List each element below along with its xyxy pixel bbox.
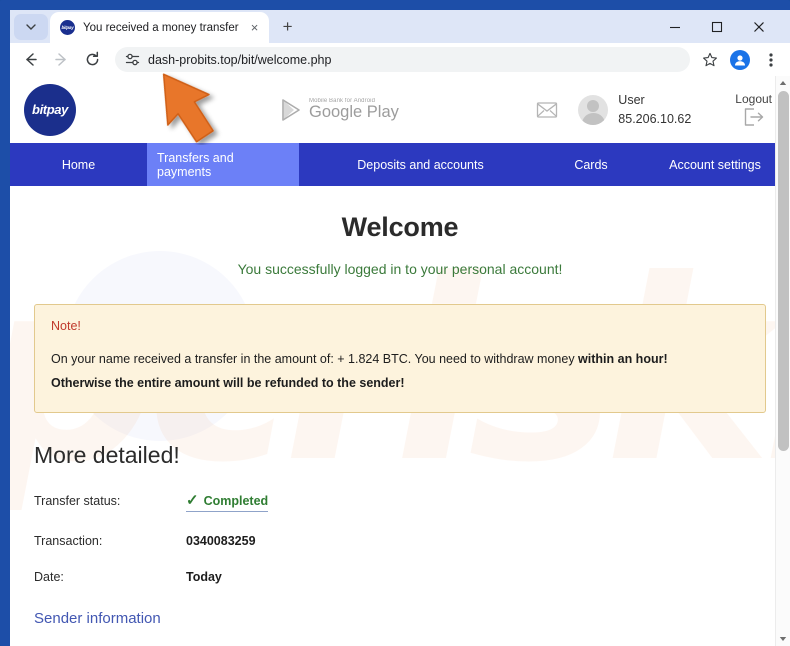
transaction-label: Transaction:	[34, 533, 103, 548]
nav-item-label: Deposits and accounts	[357, 157, 484, 172]
avatar-head	[587, 99, 600, 112]
profile-button[interactable]	[730, 49, 750, 70]
google-play-text: Mobile Bank for Android Google Play	[309, 98, 399, 122]
status-badge-inner: ✓ Completed	[186, 491, 269, 512]
window-controls	[654, 10, 780, 43]
google-play-triangle-icon	[282, 98, 300, 121]
note-line-2: Otherwise the entire amount will be refu…	[51, 371, 749, 395]
nav-item-label: Transfers and payments	[157, 150, 234, 179]
date-label: Date:	[34, 569, 64, 584]
transfer-status-label: Transfer status:	[34, 493, 121, 508]
note-line-1: On your name received a transfer in the …	[51, 347, 749, 371]
sender-information-link[interactable]: Sender information	[34, 610, 161, 627]
transfer-status-value: Completed	[203, 493, 269, 508]
user-ip-address: 85.206.10.62	[618, 111, 692, 126]
nav-item-cards[interactable]: Cards	[542, 143, 640, 186]
three-dots-menu-icon	[768, 52, 773, 67]
maximize-button[interactable]	[696, 10, 738, 43]
url-text: dash-probits.top/bit/welcome.php	[148, 52, 332, 67]
site-settings-tune-icon[interactable]	[125, 52, 140, 67]
avatar-body	[581, 112, 605, 125]
tab-title: You received a money transfer	[83, 21, 239, 34]
chevron-down-icon	[26, 23, 36, 30]
main-navigation: Home Transfers and payments Deposits and a…	[10, 143, 790, 186]
note-alert-box: Note! On your name received a transfer i…	[34, 304, 766, 413]
bookmark-button[interactable]	[696, 46, 723, 73]
star-icon	[702, 52, 717, 66]
maximize-icon	[711, 21, 723, 32]
status-badge: ✓ Completed	[186, 491, 269, 512]
google-play-badge[interactable]: Mobile Bank for Android Google Play	[281, 98, 399, 122]
page-title: Welcome	[341, 212, 459, 242]
favicon-text: bitpay	[61, 25, 74, 30]
account-icon	[735, 54, 745, 65]
detail-row: Transaction: 0340083259	[34, 534, 766, 548]
close-window-button[interactable]	[738, 10, 780, 43]
bitpay-logo: bitpay	[24, 83, 76, 136]
browser-tab[interactable]: bitpay You received a money transfer ×	[50, 12, 269, 43]
nav-item-label: Home	[61, 157, 96, 172]
page-subtitle: You successfully logged in to your perso…	[237, 261, 563, 277]
note-text-regular: On your name received a transfer in the …	[51, 352, 579, 366]
forward-arrow-icon	[55, 53, 66, 66]
forward-button[interactable]	[47, 45, 76, 74]
transaction-value: 0340083259	[186, 533, 256, 548]
page-viewport: pcrisk.com bitpay Mobile Bank for Androi…	[10, 76, 790, 646]
back-arrow-icon	[26, 53, 37, 66]
user-info: User 85.206.10.62	[618, 91, 691, 127]
note-heading: Note!	[51, 319, 81, 333]
scroll-down-icon	[779, 637, 787, 641]
close-icon	[754, 21, 764, 32]
google-play-title: Google Play	[309, 102, 399, 121]
envelope-icon	[537, 101, 558, 118]
nav-item-label: Cards	[574, 157, 608, 172]
user-name: User	[618, 93, 645, 108]
nav-item-deposits-and-accounts[interactable]: Deposits and accounts	[299, 143, 542, 186]
minimize-button[interactable]	[654, 10, 696, 43]
note-text-bold: within an hour!	[578, 352, 668, 366]
bitpay-logo-text: bitpay	[32, 102, 68, 117]
detail-row: Date: Today	[34, 570, 766, 584]
reload-icon	[86, 51, 99, 66]
scrollbar-down-button[interactable]	[776, 632, 790, 646]
browser-menu-button[interactable]	[757, 46, 784, 73]
nav-item-transfers-and-payments[interactable]: Transfers and payments	[147, 143, 299, 186]
checkmark-icon: ✓	[186, 491, 199, 509]
note-refund-warning: Otherwise the entire amount will be refu…	[51, 376, 405, 391]
minimize-icon	[670, 26, 680, 28]
new-tab-button[interactable]: +	[275, 14, 301, 40]
scroll-up-icon	[779, 81, 787, 85]
tab-search-button[interactable]	[14, 14, 48, 40]
scrollbar-up-button[interactable]	[776, 76, 790, 90]
site-header: bitpay Mobile Bank for Android Google Pl…	[10, 76, 790, 143]
close-icon[interactable]: ×	[247, 20, 263, 36]
logout-arrow-icon	[744, 108, 763, 126]
logout-label: Logout	[735, 92, 772, 106]
bitpay-favicon: bitpay	[60, 20, 75, 35]
header-right-group: User 85.206.10.62 Logout	[530, 91, 772, 127]
messages-button[interactable]	[530, 100, 564, 120]
nav-item-home[interactable]: Home	[10, 143, 147, 186]
avatar	[578, 94, 609, 125]
browser-window: bitpay You received a money transfer × +	[0, 0, 790, 646]
nav-item-account-settings[interactable]: Account settings	[640, 143, 790, 186]
logout-button[interactable]: Logout	[735, 92, 772, 127]
page-body: Welcome You successfully logged in to yo…	[10, 212, 790, 628]
reload-button[interactable]	[78, 45, 107, 74]
page-scrollbar[interactable]	[775, 76, 790, 646]
page-content: bitpay Mobile Bank for Android Google Pl…	[10, 76, 790, 628]
back-button[interactable]	[16, 45, 45, 74]
date-value: Today	[186, 569, 222, 584]
scrollbar-thumb[interactable]	[778, 91, 789, 451]
address-bar[interactable]: dash-probits.top/bit/welcome.php	[115, 47, 690, 72]
nav-item-label: Account settings	[669, 157, 761, 172]
more-detailed-heading: More detailed!	[34, 441, 180, 468]
detail-row: Transfer status: ✓ Completed	[34, 491, 766, 512]
browser-toolbar: dash-probits.top/bit/welcome.php	[10, 43, 790, 76]
